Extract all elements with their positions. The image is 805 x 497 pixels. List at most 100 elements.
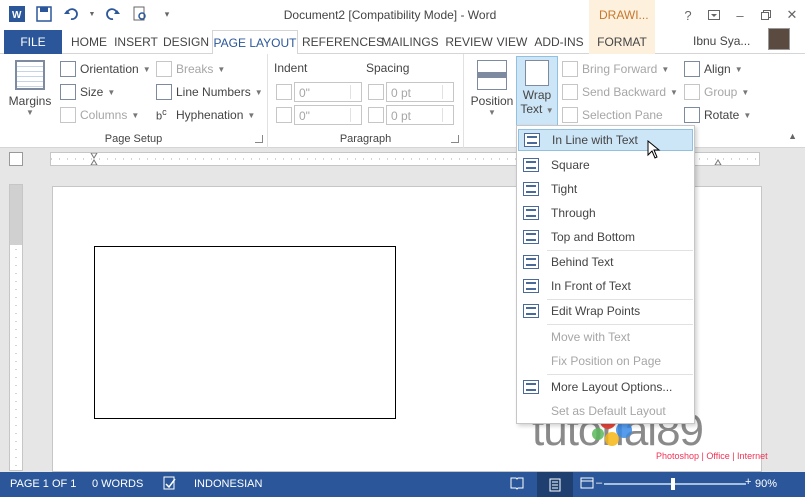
page-setup-launcher-icon[interactable] [255,135,263,143]
quick-access-toolbar: W ▼ ▾ [8,5,176,23]
line-numbers-label: Line Numbers [176,85,251,99]
bring-forward-button[interactable]: Bring Forward ▼ [562,61,669,77]
tab-view[interactable]: VIEW [496,30,528,54]
position-button[interactable]: Position ▼ [468,60,516,117]
breaks-button[interactable]: Breaks ▼ [156,61,225,77]
indent-right-icon [276,107,292,123]
tab-format[interactable]: FORMAT [589,30,655,54]
orientation-button[interactable]: Orientation ▼ [60,61,151,77]
word-logo-icon: W [8,5,26,23]
ribbon-display-icon[interactable] [701,0,727,30]
columns-dropdown-icon: ▼ [131,110,140,120]
user-name[interactable]: Ibnu Sya... [693,34,750,48]
menu-item-top-and-bottom[interactable]: Top and Bottom [518,226,693,248]
rotate-icon [684,107,700,123]
tab-file[interactable]: FILE [4,30,62,54]
orientation-icon [60,61,76,77]
menu-item-behind-text[interactable]: Behind Text [518,251,693,273]
breaks-icon [156,61,172,77]
align-label: Align [704,62,731,76]
tab-review[interactable]: REVIEW [444,30,494,54]
print-layout-icon[interactable] [537,472,573,497]
tab-insert[interactable]: INSERT [114,30,158,54]
wrap-text-menu: In Line with Text Square Tight Through T… [516,125,695,424]
tab-references[interactable]: REFERENCES [302,30,384,54]
menu-item-more-layout-options[interactable]: More Layout Options... [518,376,693,398]
tab-home[interactable]: HOME [68,30,110,54]
group-button[interactable]: Group ▼ [684,84,749,100]
menu-item-label: Top and Bottom [551,230,636,244]
menu-separator [547,374,693,375]
size-button[interactable]: Size ▼ [60,84,115,100]
indent-left-field[interactable]: 0" [294,82,362,102]
close-icon[interactable]: ✕ [779,0,805,30]
page-count[interactable]: PAGE 1 OF 1 [10,478,76,490]
drawing-shape[interactable] [94,246,396,419]
page-setup-group-label: Page Setup [104,133,163,145]
menu-item-label: More Layout Options... [551,380,673,394]
wrap-text-button[interactable]: Wrap Text ▼ [516,56,558,126]
send-backward-icon [562,84,578,100]
margins-button[interactable]: Margins ▼ [6,60,54,117]
tab-page-layout[interactable]: PAGE LAYOUT [212,30,298,55]
paragraph-launcher-icon[interactable] [451,135,459,143]
position-label: Position [470,94,514,108]
proofing-icon[interactable] [163,476,177,493]
tab-mailings[interactable]: MAILINGS [380,30,440,54]
margins-icon [15,60,45,90]
menu-item-tight[interactable]: Tight [518,178,693,200]
paragraph-group: Indent Spacing 0" 0" 0 pt 0 pt Paragraph [268,54,464,148]
align-button[interactable]: Align ▼ [684,61,743,77]
language[interactable]: INDONESIAN [194,478,262,490]
tab-design[interactable]: DESIGN [162,30,210,54]
wrap-text-dropdown-icon: ▼ [545,106,554,115]
redo-icon[interactable] [104,5,122,23]
indent-right-field[interactable]: 0" [294,105,362,125]
avatar[interactable] [768,28,790,50]
undo-dropdown-icon[interactable]: ▼ [89,5,96,23]
menu-item-edit-wrap-points[interactable]: Edit Wrap Points [518,300,693,322]
collapse-ribbon-icon[interactable]: ▲ [788,131,797,141]
zoom-slider[interactable] [604,483,746,485]
save-icon[interactable] [35,5,53,23]
window-controls: ? – ✕ [675,0,805,30]
vertical-ruler[interactable] [9,184,23,471]
selection-pane-button[interactable]: Selection Pane [562,107,663,123]
spacing-after-field[interactable]: 0 pt [386,105,454,125]
menu-item-through[interactable]: Through [518,202,693,224]
columns-button[interactable]: Columns ▼ [60,107,139,123]
tab-selector[interactable] [9,152,23,166]
menu-item-in-line-with-text[interactable]: In Line with Text [518,129,693,151]
wrap-top-bottom-icon [523,230,539,244]
undo-icon[interactable] [62,5,80,23]
send-backward-button[interactable]: Send Backward ▼ [562,84,678,100]
menu-item-square[interactable]: Square [518,154,693,176]
group-label: Group [704,85,738,99]
rotate-button[interactable]: Rotate ▼ [684,107,751,123]
spacing-before-icon [368,84,384,100]
customize-qat-icon[interactable]: ▾ [158,5,176,23]
menu-item-in-front-of-text[interactable]: In Front of Text [518,275,693,297]
watermark-dot-yellow [605,432,619,446]
zoom-slider-knob[interactable] [671,478,675,490]
line-numbers-dropdown-icon: ▼ [254,87,263,97]
web-layout-icon[interactable] [580,476,594,493]
zoom-in-icon[interactable]: + [745,476,751,488]
zoom-level[interactable]: 90% [755,478,777,490]
zoom-out-icon[interactable]: – [596,477,602,489]
wrap-text-icon [525,60,549,86]
restore-icon[interactable] [753,0,779,30]
menu-item-fix-position-on-page: Fix Position on Page [518,350,693,372]
spacing-before-field[interactable]: 0 pt [386,82,454,102]
contextual-tab-group-label: DRAWI... [589,0,655,30]
help-icon[interactable]: ? [675,0,701,30]
read-mode-icon[interactable] [510,476,524,493]
minimize-icon[interactable]: – [727,0,753,30]
breaks-label: Breaks [176,62,214,76]
align-icon [684,61,700,77]
line-numbers-button[interactable]: Line Numbers ▼ [156,84,263,100]
print-preview-icon[interactable] [131,5,149,23]
word-count[interactable]: 0 WORDS [92,478,143,490]
hyphenation-button[interactable]: bc Hyphenation ▼ [156,107,255,123]
tab-add-ins[interactable]: ADD-INS [532,30,586,54]
